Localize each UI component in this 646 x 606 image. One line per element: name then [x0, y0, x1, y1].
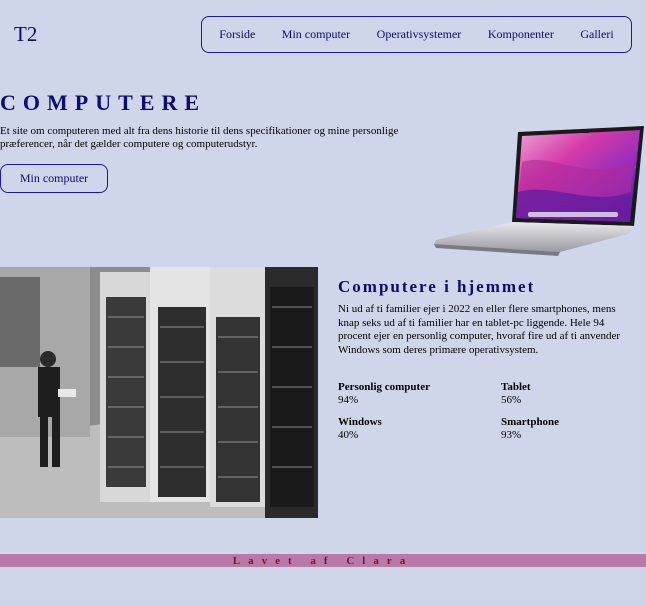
nav-item-komponenter[interactable]: Komponenter	[488, 27, 554, 42]
laptop-image	[434, 126, 644, 256]
footer-bar: Lavet af Clara	[0, 554, 646, 567]
stat-value: 40%	[338, 429, 359, 441]
stat-value: 56%	[501, 394, 522, 406]
section-text: Ni ud af ti familier ejer i 2022 en elle…	[338, 303, 621, 356]
section-title: Computere i hjemmet	[338, 277, 536, 296]
min-computer-button[interactable]: Min computer	[0, 164, 108, 193]
stat-personal-computer: Personlig computer 94%	[338, 381, 430, 407]
footer-credit: Lavet af Clara	[232, 554, 414, 567]
stat-label: Smartphone	[501, 416, 560, 428]
nav-item-min-computer[interactable]: Min computer	[282, 27, 350, 42]
main-nav: Forside Min computer Operativsystemer Ko…	[201, 16, 632, 53]
stat-smartphone: Smartphone 93%	[501, 416, 559, 442]
stat-tablet: Tablet 56%	[501, 381, 531, 407]
computer-room-photo	[0, 267, 318, 518]
stat-label: Personlig computer	[338, 381, 430, 393]
nav-item-operativsystemer[interactable]: Operativsystemer	[377, 27, 462, 42]
stat-label: Tablet	[501, 381, 531, 393]
stat-value: 94%	[338, 394, 359, 406]
nav-item-forside[interactable]: Forside	[219, 27, 255, 42]
stat-value: 93%	[501, 429, 522, 441]
site-logo[interactable]: T2	[14, 22, 37, 47]
hero-description: Et site om computeren med alt fra dens h…	[0, 125, 399, 150]
nav-item-galleri[interactable]: Galleri	[580, 27, 613, 42]
stat-windows: Windows 40%	[338, 416, 382, 442]
hero-title: COMPUTERE	[0, 90, 206, 115]
stat-label: Windows	[338, 416, 382, 428]
